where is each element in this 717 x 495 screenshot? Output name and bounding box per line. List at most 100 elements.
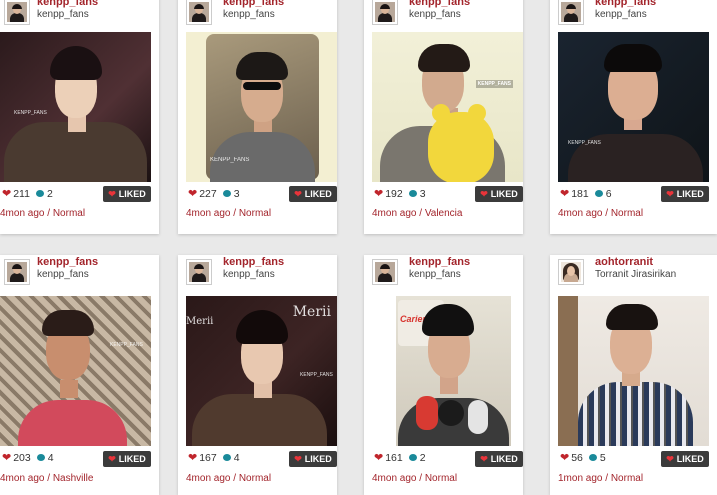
post-photo[interactable]: Merii Merii KENPP_FANS (186, 296, 337, 446)
liked-label: LIKED (676, 454, 704, 464)
full-name: kenpp_fans (409, 269, 461, 280)
post-photo[interactable]: KENPP_FANS (186, 32, 337, 182)
post-stats: ❤ 192 3 (372, 187, 426, 203)
heart-icon: ❤ (666, 188, 674, 199)
post-filter[interactable]: Nashville (53, 473, 94, 484)
username-link[interactable]: kenpp_fans (595, 0, 656, 8)
post-time[interactable]: 1mon ago (558, 473, 602, 484)
post-filter[interactable]: Normal (611, 208, 643, 219)
liked-button[interactable]: ❤ LIKED (475, 186, 523, 202)
like-count: 161 (385, 452, 403, 464)
username-link[interactable]: kenpp_fans (37, 256, 98, 268)
comment-bubble-icon (222, 189, 231, 197)
full-name: kenpp_fans (37, 269, 89, 280)
post-time[interactable]: 4mon ago (372, 208, 416, 219)
post-photo[interactable] (558, 296, 709, 446)
microphone (438, 400, 464, 426)
liked-button[interactable]: ❤ LIKED (103, 186, 151, 202)
heart-icon: ❤ (666, 453, 674, 464)
post-photo[interactable]: KENPP_FANS (0, 32, 151, 182)
liked-button[interactable]: ❤ LIKED (661, 451, 709, 467)
separator: / (416, 473, 425, 484)
post-header: kenpp_fans kenpp_fans (0, 0, 159, 31)
avatar[interactable] (186, 259, 212, 285)
heart-icon: ❤ (560, 452, 570, 464)
username-link[interactable]: kenpp_fans (409, 256, 470, 268)
post-photo[interactable]: KENPP_FANS (372, 32, 523, 182)
separator: / (44, 473, 53, 484)
liked-label: LIKED (490, 454, 518, 464)
full-name: Torranit Jirasirikan (595, 269, 677, 280)
post-meta: 4mon ago / Normal (558, 208, 643, 219)
post-time[interactable]: 4mon ago (558, 208, 602, 219)
username-link[interactable]: kenpp_fans (223, 256, 284, 268)
avatar[interactable] (372, 0, 398, 25)
post-filter[interactable]: Normal (53, 208, 85, 219)
liked-button[interactable]: ❤ LIKED (475, 451, 523, 467)
comment-count: 4 (233, 452, 240, 464)
full-name: kenpp_fans (595, 9, 647, 20)
post-meta: 4mon ago / Normal (0, 208, 85, 219)
username-link[interactable]: kenpp_fans (409, 0, 470, 8)
username-link[interactable]: kenpp_fans (223, 0, 284, 8)
username-link[interactable]: kenpp_fans (37, 0, 98, 8)
post-photo[interactable]: KENPP_FANS (0, 296, 151, 446)
liked-button[interactable]: ❤ LIKED (661, 186, 709, 202)
post-header: kenpp_fans kenpp_fans (178, 0, 337, 31)
post-stats: ❤ 227 3 (186, 187, 240, 203)
full-name: kenpp_fans (223, 9, 275, 20)
avatar[interactable] (558, 259, 584, 285)
liked-label: LIKED (676, 189, 704, 199)
comment-count: 5 (599, 452, 606, 464)
post-stats: ❤ 161 2 (372, 451, 426, 467)
post-photo[interactable]: KENPP_FANS (558, 32, 709, 182)
post-time[interactable]: 4mon ago (372, 473, 416, 484)
post-card: kenpp_fans kenpp_fans KENPP_FANS ❤ 192 3 ❤… (364, 0, 523, 234)
post-photo[interactable]: Cariens (372, 296, 523, 446)
avatar[interactable] (4, 259, 30, 285)
microphone (416, 396, 438, 430)
post-meta: 1mon ago / Normal (558, 473, 643, 484)
liked-button[interactable]: ❤ LIKED (289, 186, 337, 202)
username-link[interactable]: aohtorranit (595, 256, 653, 268)
post-filter[interactable]: Normal (239, 208, 271, 219)
separator: / (230, 473, 239, 484)
separator: / (230, 208, 239, 219)
avatar[interactable] (558, 0, 584, 25)
comment-bubble-icon (35, 189, 44, 197)
liked-button[interactable]: ❤ LIKED (289, 451, 337, 467)
comment-bubble-icon (222, 453, 231, 461)
teddy-bear (428, 112, 494, 182)
comment-count: 3 (419, 188, 426, 200)
watermark: KENPP_FANS (568, 140, 601, 146)
like-count: 56 (571, 452, 583, 464)
separator: / (602, 208, 611, 219)
post-meta: 4mon ago / Normal (186, 473, 271, 484)
avatar[interactable] (372, 259, 398, 285)
heart-icon: ❤ (108, 188, 116, 199)
post-header: kenpp_fans kenpp_fans (0, 255, 159, 291)
post-time[interactable]: 4mon ago (0, 208, 44, 219)
post-time[interactable]: 4mon ago (186, 208, 230, 219)
avatar[interactable] (186, 0, 212, 25)
heart-icon: ❤ (188, 452, 198, 464)
comment-bubble-icon (594, 189, 603, 197)
post-filter[interactable]: Normal (611, 473, 643, 484)
post-time[interactable]: 4mon ago (186, 473, 230, 484)
separator: / (602, 473, 611, 484)
like-count: 203 (13, 452, 31, 464)
microphone (468, 400, 488, 434)
like-count: 227 (199, 188, 217, 200)
avatar[interactable] (4, 0, 30, 25)
post-filter[interactable]: Normal (425, 473, 457, 484)
post-card: kenpp_fans kenpp_fans KENPP_FANS ❤ 211 2 ❤… (0, 0, 159, 234)
comment-bubble-icon (408, 189, 417, 197)
post-meta: 4mon ago / Valencia (372, 208, 462, 219)
post-time[interactable]: 4mon ago (0, 473, 44, 484)
post-filter[interactable]: Normal (239, 473, 271, 484)
post-filter[interactable]: Valencia (425, 208, 463, 219)
heart-icon: ❤ (560, 188, 570, 200)
comment-bubble-icon (588, 453, 597, 461)
post-meta: 4mon ago / Normal (372, 473, 457, 484)
liked-button[interactable]: ❤ LIKED (103, 451, 151, 467)
